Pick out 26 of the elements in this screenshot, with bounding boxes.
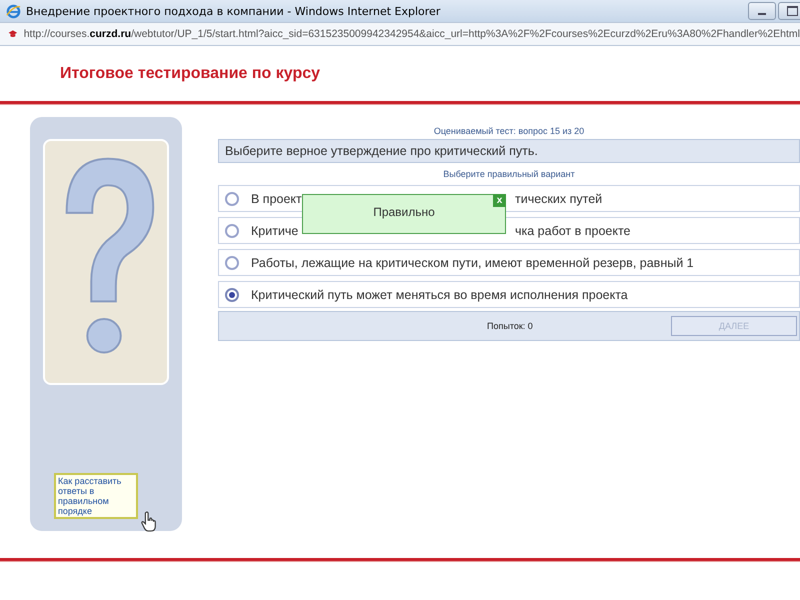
- address-bar[interactable]: http://courses.curzd.ru/webtutor/UP_1/5/start.html?aicc_sid=6315235009942342954&aicc_url=http%3A%2F%2Fcourses%2Ecurzd%2Eru%3A80%2Fhandler%2Ehtml: [0, 22, 800, 46]
- close-button[interactable]: x: [493, 194, 506, 207]
- option-text: Работы, лежащие на критическом пути, имеют временной резерв, равный 1: [251, 256, 694, 270]
- page-heading: Итоговое тестирование по курсу: [60, 64, 320, 82]
- radio-button[interactable]: [225, 288, 239, 302]
- option-text: Критиче: [251, 224, 300, 238]
- option-text: тических путей: [515, 192, 602, 206]
- attempts-text: Попыток: 0: [487, 321, 533, 331]
- hand-cursor-icon: [140, 511, 158, 533]
- radio-button[interactable]: [225, 224, 239, 238]
- option-text: чка работ в проекте: [515, 224, 631, 238]
- answer-option[interactable]: Работы, лежащие на критическом пути, имеют временной резерв, равный 1: [218, 249, 800, 276]
- progress-text: Оцениваемый тест: вопрос 15 из 20: [432, 126, 586, 136]
- maximize-button[interactable]: [778, 2, 800, 20]
- radio-button[interactable]: [225, 256, 239, 270]
- option-text: В проект: [251, 192, 303, 206]
- radio-button[interactable]: [225, 192, 239, 206]
- instruction-text: Выберите правильный вариант: [442, 169, 576, 179]
- browser-logo-icon: [6, 4, 21, 18]
- window-title: Внедрение проектного подхода в компании - Windows Internet Explorer: [26, 4, 440, 18]
- answer-option[interactable]: Критический путь может меняться во время исполнения проекта: [218, 281, 800, 308]
- minimize-button[interactable]: [748, 2, 776, 20]
- help-link[interactable]: Как расставить ответы в правильном порядке: [54, 473, 138, 519]
- option-text: Критический путь может меняться во время исполнения проекта: [251, 288, 628, 302]
- url-text: http://courses.curzd.ru/webtutor/UP_1/5/start.html?aicc_sid=6315235009942342954&aicc_url=http%3A%2F%2Fcourses%2Ecurzd%2Eru%3A80%2Fhandler%2Ehtml: [24, 28, 800, 40]
- question-text: Выберите верное утверждение про критический путь.: [218, 139, 800, 163]
